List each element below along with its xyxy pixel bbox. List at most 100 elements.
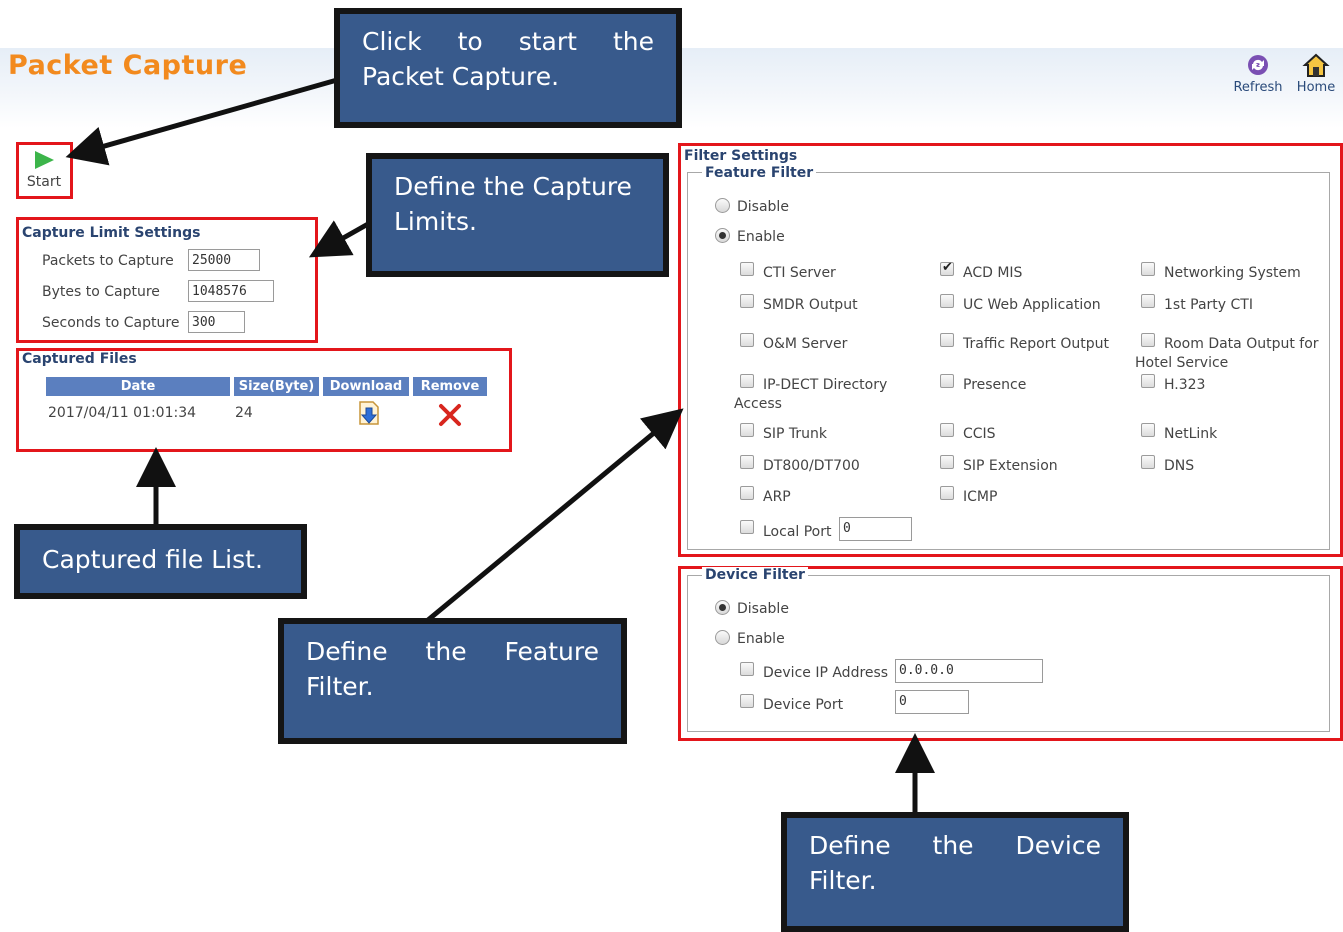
home-icon: [1302, 53, 1330, 77]
device-port-label: Device Port: [763, 697, 844, 713]
column-header-remove: Remove: [413, 377, 487, 396]
captured-files-title: Captured Files: [22, 351, 137, 367]
option-label-dns: DNS: [1164, 458, 1195, 474]
bytes-label: Bytes to Capture: [42, 284, 160, 300]
callout-start-line2: Packet Capture.: [362, 62, 560, 91]
refresh-icon: [1248, 55, 1268, 75]
column-header-size: Size(Byte): [234, 377, 319, 396]
capture-limits-title: Capture Limit Settings: [22, 225, 201, 241]
device-disable-radio[interactable]: [715, 600, 730, 615]
checkbox-arp[interactable]: [740, 486, 754, 500]
column-header-download: Download: [323, 377, 409, 396]
checkbox-sip-trunk[interactable]: [740, 423, 754, 437]
refresh-button[interactable]: Refresh: [1232, 52, 1284, 95]
checkbox-dt800-dt700[interactable]: [740, 455, 754, 469]
device-enable-label: Enable: [737, 631, 785, 647]
checkbox-acd-mis[interactable]: [940, 260, 954, 276]
option-label-uc-web-application: UC Web Application: [963, 297, 1101, 313]
callout-files-line1: Captured file List.: [42, 545, 263, 574]
local-port-input[interactable]: 0: [839, 517, 912, 541]
checkbox-icmp[interactable]: [940, 486, 954, 500]
option-label-smdr-output: SMDR Output: [763, 297, 858, 313]
download-icon[interactable]: [356, 400, 382, 428]
checkbox-1st-party-cti[interactable]: [1141, 294, 1155, 308]
file-date: 2017/04/11 01:01:34: [48, 405, 197, 421]
home-label: Home: [1296, 80, 1336, 95]
checkbox-uc-web-application[interactable]: [940, 294, 954, 308]
seconds-label: Seconds to Capture: [42, 315, 180, 331]
device-enable-radio[interactable]: [715, 630, 730, 645]
packets-input[interactable]: 25000: [188, 249, 260, 271]
option-label-ip-dect-directory: IP-DECT Directory: [763, 377, 888, 393]
start-button[interactable]: Start: [22, 150, 66, 190]
checkbox-ip-dect-directory[interactable]: [740, 374, 754, 388]
option-label-cti-server: CTI Server: [763, 265, 836, 281]
option-label-h-323: H.323: [1164, 377, 1206, 393]
device-ip-input[interactable]: 0.0.0.0: [895, 659, 1043, 683]
callout-feature-line1: Define the Feature: [306, 637, 599, 666]
callout-start-line1: Click to start the: [362, 27, 654, 56]
feature-disable-label: Disable: [737, 199, 789, 215]
option-label-traffic-report-output: Traffic Report Output: [963, 336, 1110, 352]
packets-label: Packets to Capture: [42, 253, 174, 269]
checkbox-netlink[interactable]: [1141, 423, 1155, 437]
option-label-o-m-server: O&M Server: [763, 336, 848, 352]
arrow-to-limits: [308, 220, 370, 258]
checkbox-cti-server[interactable]: [740, 262, 754, 276]
callout-device: Define the Device Filter.: [781, 812, 1129, 932]
option-label-sip-extension: SIP Extension: [963, 458, 1058, 474]
checkbox-ccis[interactable]: [940, 423, 954, 437]
option-label-cont-room-data-output-for: Hotel Service: [1135, 355, 1229, 371]
file-size: 24: [235, 405, 253, 421]
callout-feature: Define the Feature Filter.: [278, 618, 627, 744]
checkbox-smdr-output[interactable]: [740, 294, 754, 308]
option-label-cont-ip-dect-directory: Access: [734, 396, 782, 412]
feature-enable-radio[interactable]: [715, 228, 730, 243]
column-header-date: Date: [46, 377, 230, 396]
checkbox-h-323[interactable]: [1141, 374, 1155, 388]
page-title: Packet Capture: [8, 50, 248, 81]
option-label-dt800-dt700: DT800/DT700: [763, 458, 860, 474]
feature-disable-radio[interactable]: [715, 198, 730, 213]
option-label-acd-mis: ACD MIS: [963, 265, 1023, 281]
callout-files: Captured file List.: [14, 524, 307, 599]
option-label-ccis: CCIS: [963, 426, 996, 442]
callout-device-line2: Filter.: [809, 866, 877, 895]
device-filter-legend: Device Filter: [702, 567, 808, 583]
checkbox-dns[interactable]: [1141, 455, 1155, 469]
option-label-room-data-output-for: Room Data Output for: [1164, 336, 1319, 352]
option-label-icmp: ICMP: [963, 489, 998, 505]
checkbox-room-data-output-for[interactable]: [1141, 333, 1155, 347]
filter-settings-title: Filter Settings: [684, 148, 798, 164]
device-ip-label: Device IP Address: [763, 665, 889, 681]
option-label-presence: Presence: [963, 377, 1027, 393]
callout-start: Click to start the Packet Capture.: [334, 8, 682, 128]
option-label-netlink: NetLink: [1164, 426, 1218, 442]
device-disable-label: Disable: [737, 601, 789, 617]
home-button[interactable]: Home: [1290, 52, 1342, 95]
checkbox-traffic-report-output[interactable]: [940, 333, 954, 347]
callout-limits: Define the Capture Limits.: [366, 153, 669, 277]
callout-feature-line2: Filter.: [306, 672, 374, 701]
option-label-sip-trunk: SIP Trunk: [763, 426, 828, 442]
remove-icon[interactable]: [437, 402, 463, 428]
checkbox-sip-extension[interactable]: [940, 455, 954, 469]
callout-limits-line2: Limits.: [394, 207, 477, 236]
checkbox-presence[interactable]: [940, 374, 954, 388]
local-port-checkbox[interactable]: [740, 520, 754, 534]
seconds-input[interactable]: 300: [188, 311, 245, 333]
checkbox-networking-system[interactable]: [1141, 262, 1155, 276]
option-label-1st-party-cti: 1st Party CTI: [1164, 297, 1253, 313]
device-port-checkbox[interactable]: [740, 694, 754, 708]
refresh-label: Refresh: [1233, 80, 1283, 95]
play-icon: [35, 151, 54, 169]
callout-device-line1: Define the Device: [809, 831, 1101, 860]
feature-enable-label: Enable: [737, 229, 785, 245]
local-port-label: Local Port: [763, 524, 832, 540]
checkbox-o-m-server[interactable]: [740, 333, 754, 347]
device-port-input[interactable]: 0: [895, 690, 969, 714]
device-ip-checkbox[interactable]: [740, 662, 754, 676]
bytes-input[interactable]: 1048576: [188, 280, 274, 302]
option-label-networking-system: Networking System: [1164, 265, 1301, 281]
option-label-arp: ARP: [763, 489, 791, 505]
